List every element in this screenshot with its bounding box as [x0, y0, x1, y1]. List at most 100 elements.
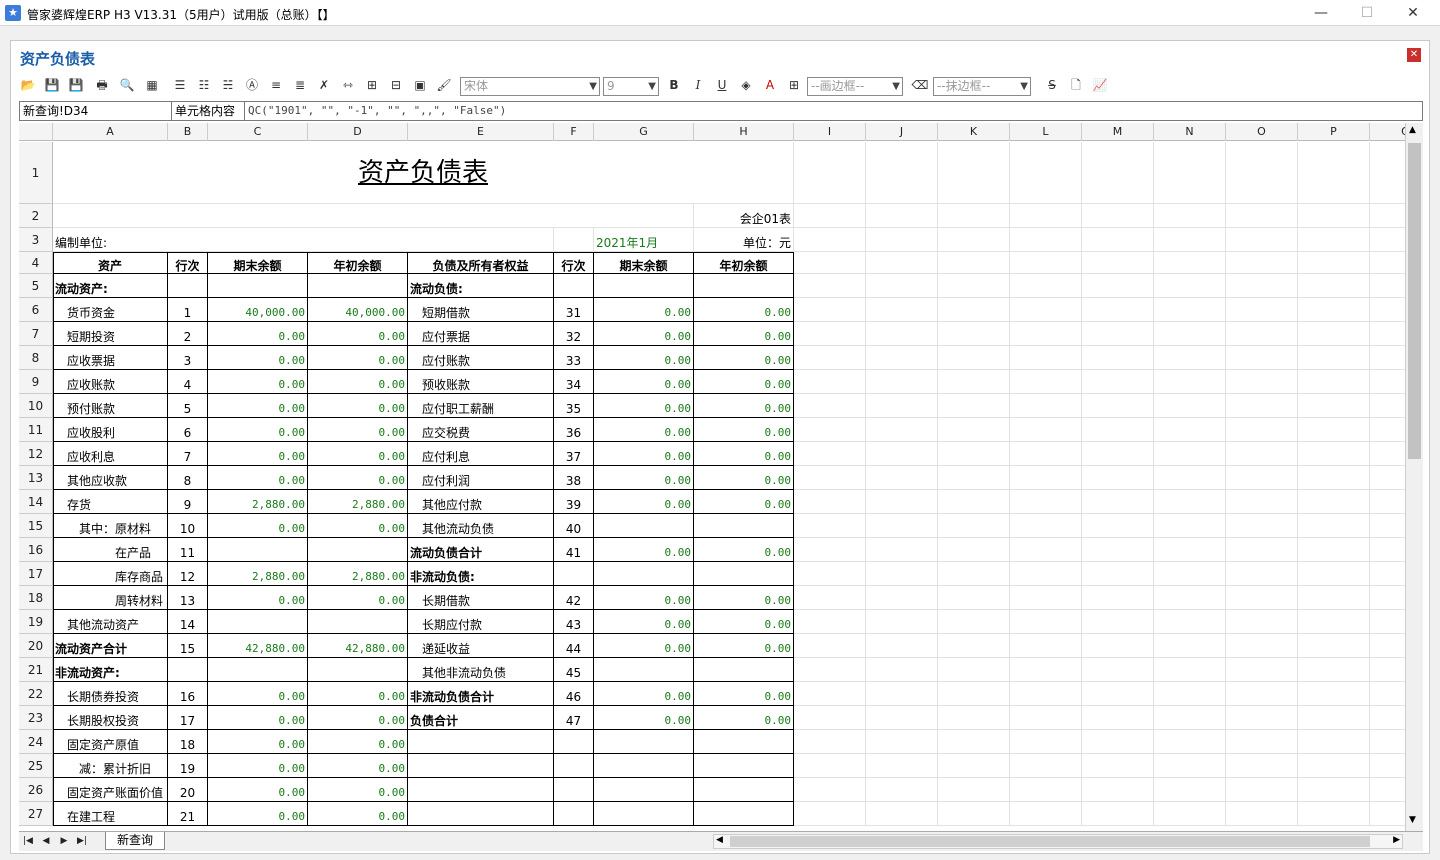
line-number[interactable]	[554, 754, 594, 778]
cell[interactable]	[866, 706, 938, 730]
amount-cell[interactable]	[694, 802, 794, 826]
cell[interactable]	[938, 142, 1010, 204]
cell[interactable]	[1298, 754, 1370, 778]
amount-cell[interactable]: 0.00	[694, 370, 794, 394]
amount-cell[interactable]	[594, 754, 694, 778]
cell[interactable]	[1010, 586, 1082, 610]
cell[interactable]	[794, 778, 866, 802]
cell[interactable]	[794, 562, 866, 586]
amount-cell[interactable]: 0.00	[694, 466, 794, 490]
amount-cell[interactable]	[308, 538, 408, 562]
amount-cell[interactable]: 0.00	[208, 370, 308, 394]
cell[interactable]	[1226, 778, 1298, 802]
amount-cell[interactable]: 0.00	[594, 610, 694, 634]
row-header[interactable]: 16	[19, 538, 53, 562]
item-label[interactable]: 短期借款	[408, 298, 554, 322]
table-header[interactable]: 行次	[554, 252, 594, 274]
cell[interactable]	[794, 490, 866, 514]
row-header[interactable]: 9	[19, 370, 53, 394]
item-label[interactable]: 短期投资	[53, 322, 168, 346]
amount-cell[interactable]: 0.00	[308, 706, 408, 730]
amount-cell[interactable]: 0.00	[208, 754, 308, 778]
cell[interactable]	[1226, 274, 1298, 298]
scroll-right-icon[interactable]: ▶	[1393, 835, 1400, 845]
prev-sheet-icon[interactable]: ◀	[39, 834, 53, 848]
cell[interactable]	[1370, 394, 1405, 418]
table-header[interactable]: 负债及所有者权益	[408, 252, 554, 274]
cell[interactable]	[1226, 204, 1298, 228]
cell[interactable]	[794, 442, 866, 466]
cell[interactable]	[794, 538, 866, 562]
amount-cell[interactable]: 0.00	[594, 634, 694, 658]
cell[interactable]	[53, 204, 694, 228]
open-icon[interactable]: 📂	[19, 76, 37, 94]
line-number[interactable]: 16	[168, 682, 208, 706]
cell[interactable]	[1010, 298, 1082, 322]
save-as-icon[interactable]: 💾	[67, 76, 85, 94]
item-label[interactable]: 长期债券投资	[53, 682, 168, 706]
column-header[interactable]: M	[1082, 123, 1154, 141]
cell[interactable]	[1154, 394, 1226, 418]
cell[interactable]	[1010, 682, 1082, 706]
cell[interactable]	[1082, 346, 1154, 370]
cell[interactable]	[1010, 228, 1082, 252]
cell[interactable]	[1010, 538, 1082, 562]
cell-content-input[interactable]: QC("1901", "", "-1", "", ",,", "False")	[248, 102, 506, 120]
cell[interactable]	[1298, 514, 1370, 538]
cell[interactable]	[938, 754, 1010, 778]
cell[interactable]	[1010, 658, 1082, 682]
cell[interactable]	[1154, 442, 1226, 466]
amount-cell[interactable]: 0.00	[694, 586, 794, 610]
align-top-icon[interactable]: ☷	[195, 76, 213, 94]
amount-cell[interactable]	[208, 538, 308, 562]
insert-column-icon[interactable]: ⊞	[363, 76, 381, 94]
item-label[interactable]: 固定资产账面价值	[53, 778, 168, 802]
cell[interactable]	[1010, 252, 1082, 274]
row-header[interactable]: 17	[19, 562, 53, 586]
cell[interactable]	[1082, 490, 1154, 514]
cell[interactable]	[938, 658, 1010, 682]
amount-cell[interactable]: 0.00	[594, 490, 694, 514]
cell[interactable]	[794, 730, 866, 754]
cell[interactable]	[866, 370, 938, 394]
cell[interactable]	[938, 442, 1010, 466]
cell[interactable]	[1010, 346, 1082, 370]
cell[interactable]	[938, 298, 1010, 322]
cell[interactable]	[1370, 682, 1405, 706]
line-number[interactable]: 32	[554, 322, 594, 346]
amount-cell[interactable]: 0.00	[308, 730, 408, 754]
cell[interactable]	[1298, 538, 1370, 562]
cell[interactable]	[1010, 754, 1082, 778]
amount-cell[interactable]: 0.00	[308, 514, 408, 538]
amount-cell[interactable]	[594, 658, 694, 682]
cell[interactable]	[866, 514, 938, 538]
line-number[interactable]: 40	[554, 514, 594, 538]
cell[interactable]	[1226, 490, 1298, 514]
merge-icon[interactable]: ⇿	[339, 76, 357, 94]
font-color-icon[interactable]: A	[761, 76, 779, 94]
amount-cell[interactable]: 0.00	[694, 298, 794, 322]
cell[interactable]	[866, 204, 938, 228]
cell[interactable]	[1226, 562, 1298, 586]
amount-cell[interactable]	[694, 778, 794, 802]
amount-cell[interactable]: 0.00	[308, 394, 408, 418]
column-header[interactable]: L	[1010, 123, 1082, 141]
item-label[interactable]: 应交税费	[408, 418, 554, 442]
column-header[interactable]: O	[1226, 123, 1298, 141]
cell[interactable]	[938, 730, 1010, 754]
line-number[interactable]: 1	[168, 298, 208, 322]
cell[interactable]	[866, 252, 938, 274]
cell[interactable]	[794, 228, 866, 252]
line-number[interactable]: 5	[168, 394, 208, 418]
line-number[interactable]: 45	[554, 658, 594, 682]
cell[interactable]	[1082, 730, 1154, 754]
line-number[interactable]: 43	[554, 610, 594, 634]
cell[interactable]	[1226, 682, 1298, 706]
cell[interactable]	[1154, 538, 1226, 562]
cell[interactable]	[1370, 730, 1405, 754]
next-sheet-icon[interactable]: ▶	[57, 834, 71, 848]
amount-cell[interactable]: 0.00	[208, 322, 308, 346]
cell[interactable]	[1082, 634, 1154, 658]
row-header[interactable]: 26	[19, 778, 53, 802]
line-number[interactable]: 19	[168, 754, 208, 778]
